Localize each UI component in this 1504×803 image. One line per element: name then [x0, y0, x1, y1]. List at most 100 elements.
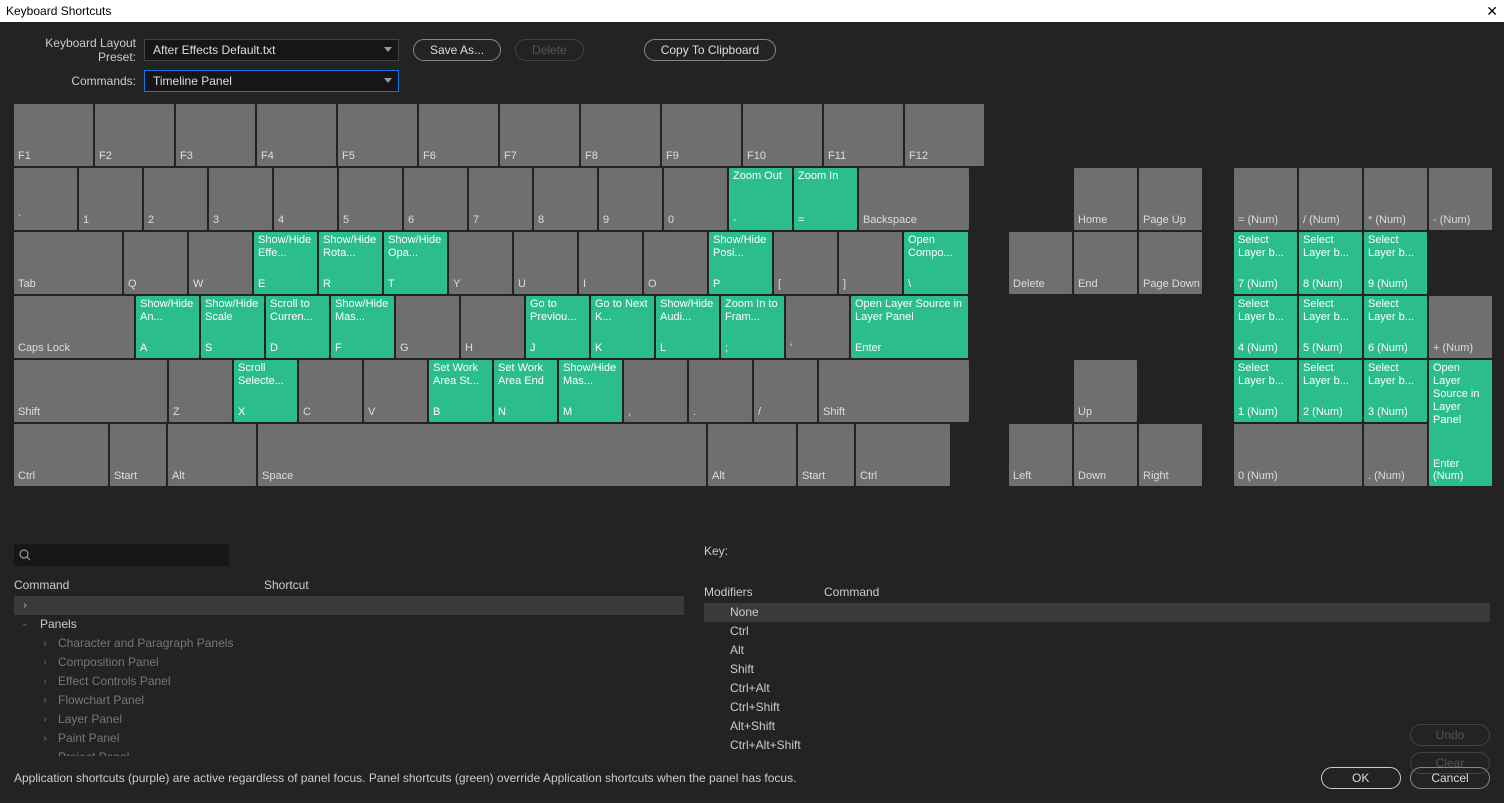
key-right[interactable]: Right	[1139, 424, 1202, 486]
key-8[interactable]: 8	[534, 168, 597, 230]
key-w[interactable]: W	[189, 232, 252, 294]
key-1[interactable]: 1	[79, 168, 142, 230]
key-f[interactable]: Show/Hide Mas...F	[331, 296, 394, 358]
key-2[interactable]: 2	[144, 168, 207, 230]
key-end[interactable]: End	[1074, 232, 1137, 294]
key-p[interactable]: Show/Hide Posi...P	[709, 232, 772, 294]
key-start[interactable]: Start	[798, 424, 854, 486]
list-row[interactable]: ›Paint Panel	[14, 729, 684, 748]
list-row[interactable]: ›Flowchart Panel	[14, 691, 684, 710]
key-v[interactable]: V	[364, 360, 427, 422]
modifier-row[interactable]: Alt+Shift	[704, 717, 1490, 736]
key-left[interactable]: Left	[1009, 424, 1072, 486]
key-7[interactable]: 7	[469, 168, 532, 230]
key-i[interactable]: I	[579, 232, 642, 294]
key-8-num-[interactable]: Select Layer b...8 (Num)	[1299, 232, 1362, 294]
list-row[interactable]: ›Panels	[14, 615, 684, 634]
save-as-button[interactable]: Save As...	[413, 39, 501, 61]
key-enter[interactable]: Open Layer Source in Layer PanelEnter	[851, 296, 968, 358]
key--[interactable]: Open Compo...\	[904, 232, 968, 294]
key-y[interactable]: Y	[449, 232, 512, 294]
list-row[interactable]: ›Character and Paragraph Panels	[14, 634, 684, 653]
key-alt[interactable]: Alt	[168, 424, 256, 486]
key--[interactable]: /	[754, 360, 817, 422]
key-j[interactable]: Go to Previou...J	[526, 296, 589, 358]
modifier-row[interactable]: Ctrl	[704, 622, 1490, 641]
key--[interactable]: [	[774, 232, 837, 294]
key-q[interactable]: Q	[124, 232, 187, 294]
key-9-num-[interactable]: Select Layer b...9 (Num)	[1364, 232, 1427, 294]
key-shift[interactable]: Shift	[14, 360, 167, 422]
modifier-row[interactable]: Shift	[704, 660, 1490, 679]
modifier-row[interactable]: Ctrl+Shift	[704, 698, 1490, 717]
modifier-row[interactable]: None	[704, 603, 1490, 622]
list-row[interactable]: ›Effect Controls Panel	[14, 672, 684, 691]
key-h[interactable]: H	[461, 296, 524, 358]
key-f6[interactable]: F6	[419, 104, 498, 166]
key-page-up[interactable]: Page Up	[1139, 168, 1202, 230]
copy-clipboard-button[interactable]: Copy To Clipboard	[644, 39, 777, 61]
key-f12[interactable]: F12	[905, 104, 984, 166]
key-0[interactable]: 0	[664, 168, 727, 230]
key-d[interactable]: Scroll to Curren...D	[266, 296, 329, 358]
key--[interactable]: '	[786, 296, 849, 358]
key--[interactable]: Zoom Out-	[729, 168, 792, 230]
key-home[interactable]: Home	[1074, 168, 1137, 230]
key-2-num-[interactable]: Select Layer b...2 (Num)	[1299, 360, 1362, 422]
key-f10[interactable]: F10	[743, 104, 822, 166]
key--[interactable]: Zoom In to Fram...;	[721, 296, 784, 358]
key-4-num-[interactable]: Select Layer b...4 (Num)	[1234, 296, 1297, 358]
key--num-[interactable]: . (Num)	[1364, 424, 1427, 486]
key-g[interactable]: G	[396, 296, 459, 358]
key-7-num-[interactable]: Select Layer b...7 (Num)	[1234, 232, 1297, 294]
key-caps-lock[interactable]: Caps Lock	[14, 296, 134, 358]
key-f9[interactable]: F9	[662, 104, 741, 166]
key-ctrl[interactable]: Ctrl	[856, 424, 950, 486]
key-ctrl[interactable]: Ctrl	[14, 424, 108, 486]
close-icon[interactable]: ✕	[1486, 0, 1498, 22]
key-f4[interactable]: F4	[257, 104, 336, 166]
preset-select[interactable]: After Effects Default.txt	[144, 39, 399, 61]
key-enter-num-[interactable]: Open Layer Source in Layer PanelEnter (N…	[1429, 360, 1492, 486]
key--[interactable]: Zoom In=	[794, 168, 857, 230]
key--[interactable]: ]	[839, 232, 902, 294]
key-3[interactable]: 3	[209, 168, 272, 230]
key-6[interactable]: 6	[404, 168, 467, 230]
key-0-num-[interactable]: 0 (Num)	[1234, 424, 1362, 486]
key-b[interactable]: Set Work Area St...B	[429, 360, 492, 422]
list-row[interactable]: ›Project Panel	[14, 748, 684, 756]
modifier-row[interactable]: Alt	[704, 641, 1490, 660]
key--num-[interactable]: * (Num)	[1364, 168, 1427, 230]
key--[interactable]: `	[14, 168, 77, 230]
key-f1[interactable]: F1	[14, 104, 93, 166]
key-o[interactable]: O	[644, 232, 707, 294]
key--num-[interactable]: / (Num)	[1299, 168, 1362, 230]
cancel-button[interactable]: Cancel	[1410, 767, 1490, 789]
key-f3[interactable]: F3	[176, 104, 255, 166]
list-row[interactable]: ›Composition Panel	[14, 653, 684, 672]
key-e[interactable]: Show/Hide Effe...E	[254, 232, 317, 294]
key-c[interactable]: C	[299, 360, 362, 422]
key--num-[interactable]: + (Num)	[1429, 296, 1492, 358]
command-list[interactable]: › ›Panels ›Character and Paragraph Panel…	[14, 596, 684, 756]
key-4[interactable]: 4	[274, 168, 337, 230]
key-f7[interactable]: F7	[500, 104, 579, 166]
key-f2[interactable]: F2	[95, 104, 174, 166]
key-r[interactable]: Show/Hide Rota...R	[319, 232, 382, 294]
key-a[interactable]: Show/Hide An...A	[136, 296, 199, 358]
key-x[interactable]: Scroll Selecte...X	[234, 360, 297, 422]
key-6-num-[interactable]: Select Layer b...6 (Num)	[1364, 296, 1427, 358]
key--num-[interactable]: = (Num)	[1234, 168, 1297, 230]
modifier-row[interactable]: Ctrl+Alt+Shift	[704, 736, 1490, 755]
key-alt[interactable]: Alt	[708, 424, 796, 486]
key-t[interactable]: Show/Hide Opa...T	[384, 232, 447, 294]
key-up[interactable]: Up	[1074, 360, 1137, 422]
key-m[interactable]: Show/Hide Mas...M	[559, 360, 622, 422]
key-tab[interactable]: Tab	[14, 232, 122, 294]
commands-select[interactable]: Timeline Panel	[144, 70, 399, 92]
key-3-num-[interactable]: Select Layer b...3 (Num)	[1364, 360, 1427, 422]
key-page-down[interactable]: Page Down	[1139, 232, 1202, 294]
key--num-[interactable]: - (Num)	[1429, 168, 1492, 230]
key-z[interactable]: Z	[169, 360, 232, 422]
list-row[interactable]: ›	[14, 596, 684, 615]
